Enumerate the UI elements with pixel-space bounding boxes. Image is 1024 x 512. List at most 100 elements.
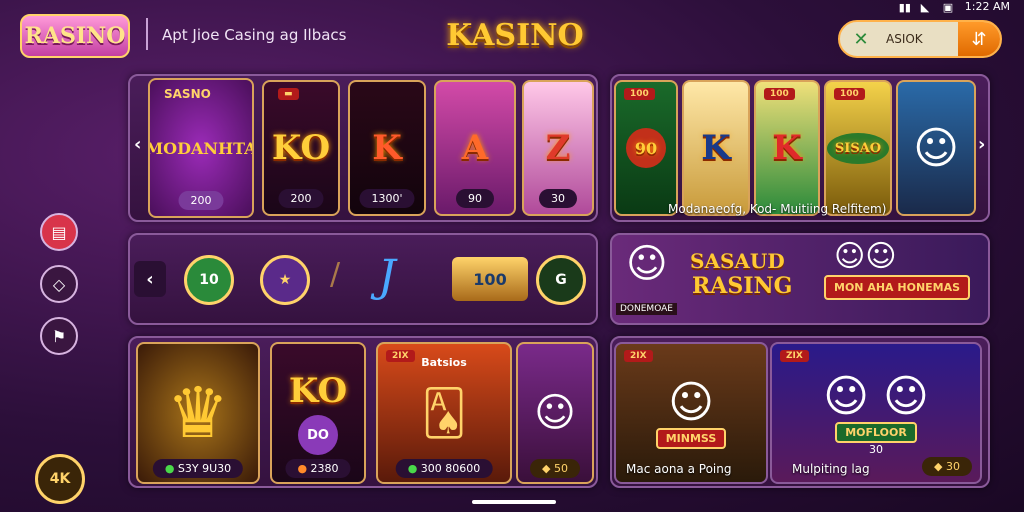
table-banner: MOFLOOR	[835, 421, 917, 443]
game-tile-z[interactable]: Z 30	[522, 80, 594, 216]
search-label[interactable]: ASIOK	[876, 32, 958, 46]
chip-star[interactable]: ★	[260, 255, 310, 305]
tile-symbol: KO	[288, 371, 348, 411]
signal-icon: ▮▮	[898, 1, 911, 14]
character-icon: ☺	[913, 122, 959, 174]
tile-symbol: K	[772, 128, 802, 168]
tile-price: 30	[539, 189, 577, 208]
tile-tag: 2IX	[386, 350, 415, 362]
tile-price-value: S3Y 9U30	[177, 462, 232, 475]
game-tile-lion[interactable]: ♛ ● S3Y 9U30	[136, 342, 260, 484]
tile-price: 1300'	[359, 189, 415, 208]
promo-title-2: RASING	[692, 273, 793, 299]
tile-price-value: 2380	[310, 462, 339, 475]
game-tile-ko[interactable]: ▬ KO 200	[262, 80, 340, 216]
game-tile-multiplayer[interactable]: ZIX ☺ ☺ MOFLOOR 30 Mulpiting lag ◆ 30	[770, 342, 982, 484]
tile-price-value: 50	[553, 462, 568, 475]
table-caption: Mulpiting lag	[792, 462, 870, 476]
game-tile-a[interactable]: A 90	[434, 80, 516, 216]
game-tile-cards[interactable]: 2IX Batsios 🂡 ● 300 80600	[376, 342, 512, 484]
divider-slash: /	[330, 257, 341, 292]
tile-price: ● S3Y 9U30	[152, 459, 244, 478]
promo-banner: MON AHA HONEMAS	[824, 275, 971, 300]
promo-sublabel: DONEMOAE	[616, 303, 677, 315]
game-tile-woman[interactable]: ☺ ◆ 50	[516, 342, 594, 484]
tile-price: 90	[456, 189, 494, 208]
promo-title-1: SASAUD	[690, 249, 785, 273]
side-tag-button[interactable]: ◇	[40, 265, 78, 303]
game-tile-character[interactable]: ☺	[896, 80, 976, 216]
tile-tag: ZIX	[780, 350, 809, 362]
coin-icon: ●	[164, 462, 178, 475]
game-tile-k[interactable]: K 1300'	[348, 80, 426, 216]
chevron-left-icon: ‹	[146, 268, 154, 290]
side-chip-4k[interactable]: 4K	[35, 454, 85, 504]
chip-100[interactable]: 100	[452, 257, 528, 301]
game-tile-featured[interactable]: SASNO MODANHTA 200	[148, 78, 254, 218]
tag-icon: ◇	[52, 274, 66, 294]
tile-price: ● 2380	[285, 459, 351, 478]
chips-panel: ‹ 10 ★ / J 100 G	[128, 233, 598, 325]
featured-panel: ‹ SASNO MODANHTA 200 ▬ KO 200 K 1300' A …	[128, 74, 598, 222]
search-bar[interactable]: ✕ ASIOK ⇵	[838, 20, 1002, 58]
status-bar: ▮▮ ◣ ▣ 1:22 AM	[898, 0, 1010, 14]
chip-g[interactable]: G	[536, 255, 586, 305]
coin-icon: ●	[297, 462, 311, 475]
tile-price-value: 30	[946, 460, 960, 473]
clock: 1:22 AM	[964, 0, 1010, 13]
cards-icon: 🂡	[421, 387, 467, 439]
game-tile-90[interactable]: 100 90	[614, 80, 678, 216]
tile-title: MODANHTA	[148, 138, 254, 158]
game-tile-ko-2[interactable]: KO DO ● 2380	[270, 342, 366, 484]
battery-icon: ▣	[942, 1, 954, 14]
coin-icon: ●	[407, 462, 421, 475]
table-caption: Mac aona a Poing	[626, 462, 732, 476]
tile-symbol: K	[372, 128, 402, 168]
tile-price: 200	[278, 189, 324, 208]
slots-caption: Modanaeofg, Kod- Muitiing Relfitem)	[668, 202, 887, 216]
chevron-left-icon[interactable]: ‹	[134, 134, 141, 155]
game-tile-sisao[interactable]: 100 SISAO	[824, 80, 892, 216]
tile-symbol: A	[461, 128, 489, 168]
promo-panel[interactable]: ☺ DONEMOAE SASAUD RASING MON AHA HONEMAS…	[610, 233, 990, 325]
home-indicator[interactable]	[472, 500, 556, 504]
game-tile-k-red[interactable]: 100 K	[754, 80, 820, 216]
side-menu-button[interactable]: ▤	[40, 213, 78, 251]
games-panel: ♛ ● S3Y 9U30 KO DO ● 2380 2IX Batsios 🂡 …	[128, 336, 598, 488]
page-subtitle: Apt Jioe Casing ag Ilbacs	[162, 26, 347, 44]
coin-icon: ◆	[934, 460, 946, 473]
tile-symbol: KO	[271, 128, 331, 168]
avatar: ☺	[668, 377, 714, 428]
casino-logo: KASINO	[446, 18, 584, 53]
close-icon[interactable]: ✕	[846, 24, 876, 54]
menu-icon: ▤	[51, 222, 67, 242]
chip-10[interactable]: 10	[184, 255, 234, 305]
chevron-right-icon[interactable]: ›	[978, 134, 985, 155]
tile-price: ◆ 30	[922, 457, 972, 476]
app-logo[interactable]: RASINO	[20, 14, 130, 58]
table-value: 30	[869, 442, 883, 456]
tile-tag: 100	[624, 88, 655, 100]
tile-tag: SASNO	[164, 87, 211, 101]
tile-sub: Batsios	[421, 356, 467, 369]
search-button[interactable]: ⇵	[958, 22, 1000, 56]
side-gift-button[interactable]: ⚑	[40, 317, 78, 355]
chips-prev-button[interactable]: ‹	[134, 261, 166, 297]
tile-tag: ▬	[278, 88, 299, 100]
game-tile-dealer[interactable]: 2IX ☺ MINMSS Mac aona a Poing	[614, 342, 768, 484]
tile-tag: 100	[764, 88, 795, 100]
tables-panel: 2IX ☺ MINMSS Mac aona a Poing ZIX ☺ ☺ MO…	[610, 336, 990, 488]
tile-sub: DO	[298, 415, 338, 455]
avatar: ☺ ☺	[823, 370, 929, 422]
coin-icon: ◆	[542, 462, 554, 475]
tile-tag: 100	[834, 88, 865, 100]
header: RASINO Apt Jioe Casing ag Ilbacs KASINO …	[0, 12, 1024, 64]
game-tile-k-gold[interactable]: K	[682, 80, 750, 216]
avatar: ☺	[534, 390, 576, 436]
gift-icon: ⚑	[51, 326, 67, 346]
chip-j[interactable]: J	[378, 251, 396, 302]
tile-price: ● 300 80600	[395, 459, 493, 478]
slots-panel: 100 90 K 100 K 100 SISAO ☺ › Modanaeofg,…	[610, 74, 990, 222]
avatar: ☺☺	[834, 239, 897, 274]
tile-symbol: SISAO	[826, 132, 890, 164]
